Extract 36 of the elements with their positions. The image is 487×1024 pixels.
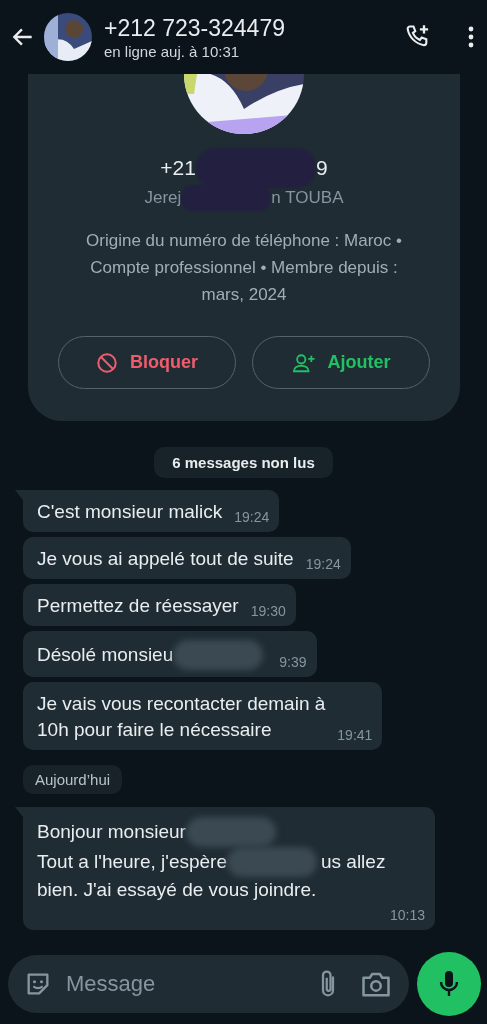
add-person-icon [291,351,316,374]
contact-details: Origine du numéro de téléphone : Maroc • Compte professionnel • Membre depuis : mars, 2024 [85,230,403,306]
message-time: 19:41 [337,727,373,743]
message-text: us allez [321,850,386,874]
message-input[interactable]: Message [64,970,305,998]
message-bubble[interactable]: Permettez de réessayer 19:30 [23,584,296,626]
message-time: 19:24 [305,556,341,572]
message-bubble[interactable]: Désolé monsieu 9:39 [23,631,317,677]
block-icon [96,351,118,374]
message-bubble[interactable]: Je vous ai appelé tout de suite 19:24 [23,537,351,579]
last-seen-status: en ligne auj. à 10:31 [104,42,241,60]
contact-name: n TOUBA [271,188,344,208]
message-text: Tout a l'heure, j'espère [37,850,227,874]
message-text: Je vais vous recontacter demain à [37,692,326,716]
message-text: Désolé monsieu [37,643,174,667]
unread-banner: 6 messages non lus [154,447,333,478]
message-text: Permettez de réessayer [37,594,239,618]
message-text: 10h pour faire le nécessaire [37,718,272,742]
contact-avatar[interactable] [44,13,92,61]
contact-title[interactable]: +212 723-324479 [104,14,393,41]
contact-name: Jerej [144,188,182,208]
message-time: 19:24 [234,509,270,525]
microphone-icon [437,969,461,999]
message-text: bien. J'ai essayé de vous joindre. [37,878,317,902]
message-field[interactable]: Message [8,955,409,1013]
message-bubble[interactable]: Je vais vous recontacter demain à 10h pour faire le nécessaire 19:41 [23,682,383,750]
message-text: Bonjour monsieur [37,820,186,844]
phone-number: 9 [315,156,328,180]
message-time: 9:39 [279,654,307,670]
message-time: 19:30 [250,603,286,619]
date-chip: Aujourd’hui [23,765,123,794]
phone-number: +21 [160,156,196,180]
message-time: 10:13 [389,907,425,923]
camera-icon[interactable] [361,970,391,998]
message-text: C'est monsieur malick [37,500,223,524]
message-text: Je vous ai appelé tout de suite [37,547,294,571]
